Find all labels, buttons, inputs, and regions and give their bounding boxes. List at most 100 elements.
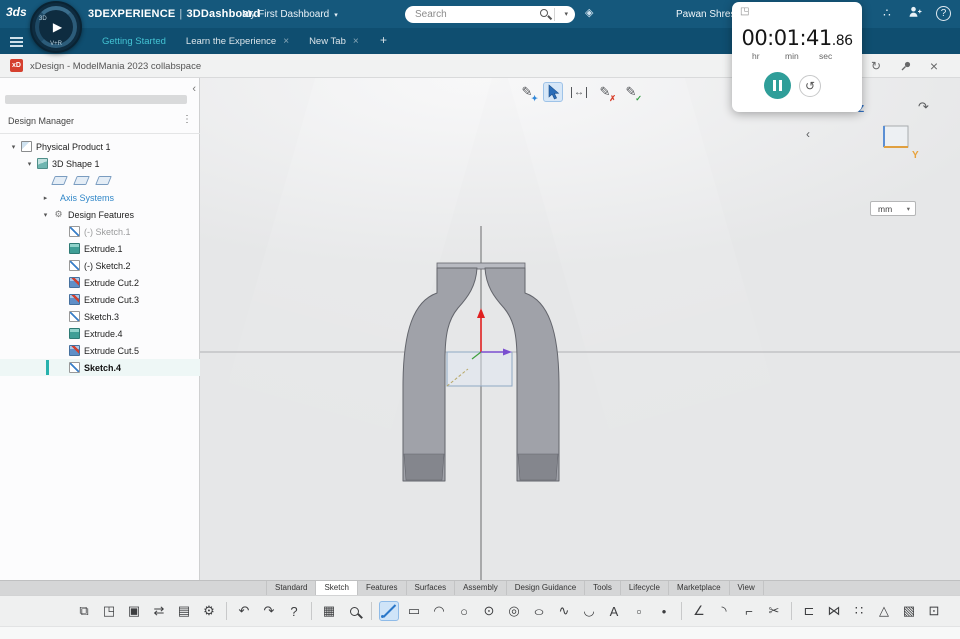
add-user-icon[interactable] [906,5,924,21]
user-name[interactable]: Pawan Shres [676,9,735,20]
dashboard-tab[interactable]: New Tab × [309,36,359,47]
tree-row[interactable]: ▾ Physical Product 1 [0,138,200,155]
undo-icon[interactable]: ↶ [234,601,254,621]
sketch-validate-icon[interactable]: ✎ ✓ [621,82,642,103]
insert-icon[interactable]: ◳ [99,601,119,621]
tree-row[interactable]: Sketch.3 [0,308,200,325]
construction-tool-icon[interactable]: ▫ [629,601,649,621]
tag-icon[interactable]: ◈ [585,6,593,19]
tree-caret-icon[interactable]: ▾ [24,160,35,168]
reset-button[interactable]: ↺ [799,75,821,97]
redo-icon[interactable]: ↷ [259,601,279,621]
help-tool-icon[interactable]: ? [284,601,304,621]
refresh-icon[interactable]: ↻ [868,58,884,74]
panel-collapse-icon[interactable]: ‹ [192,83,196,95]
ribbon-tab-assembly[interactable]: Assembly [455,581,507,595]
tree-row[interactable]: Extrude Cut.2 [0,274,200,291]
dimension-icon[interactable]: ↔ [569,82,589,102]
3dexperience-compass[interactable]: ▶ 3D V+R [30,1,82,53]
chamfer-tool-icon[interactable]: ⌐ [739,601,759,621]
tree-row[interactable]: ▾ 3D Shape 1 [0,155,200,172]
search-icon[interactable] [540,9,548,17]
panel-menu-icon[interactable]: ⋮ [182,114,192,125]
ribbon-tab-sketch[interactable]: Sketch [316,581,358,595]
constraint-tool-icon[interactable]: △ [874,601,894,621]
rotate-view-icon[interactable]: ↷ [918,99,929,115]
tree-caret-icon[interactable]: ▸ [40,194,51,202]
pause-button[interactable] [764,72,791,99]
dashboard-tab[interactable]: Learn the Experience × [186,36,289,47]
design-share-icon[interactable]: ⧉ [74,601,94,621]
offset-tool-icon[interactable]: ⊏ [799,601,819,621]
panel-scrollbar[interactable] [5,95,187,104]
plane-icon[interactable] [73,176,90,185]
pin-icon[interactable] [898,60,914,76]
chevron-down-icon[interactable]: ▾ [334,12,338,19]
pattern-tool-icon[interactable]: ∷ [849,601,869,621]
arc-tool-icon[interactable]: ◡ [579,601,599,621]
plane-icon[interactable] [95,176,112,185]
trim-tool-icon[interactable]: ✂ [764,601,784,621]
compass-play-icon[interactable]: ▶ [32,20,80,34]
search-input[interactable]: Search ▾ [405,6,575,23]
ribbon-tab-view[interactable]: View [730,581,764,595]
dashboard-selector[interactable]: My First Dashboard ▾ [242,9,338,20]
tree-row[interactable]: ▸ Axis Systems [0,189,200,206]
tree-row[interactable]: Extrude.1 [0,240,200,257]
capture-icon[interactable]: ▤ [174,601,194,621]
rectangle-tool-icon[interactable]: ▭ [404,601,424,621]
update-icon[interactable]: ⇄ [149,601,169,621]
spline-tool-icon[interactable]: ∿ [554,601,574,621]
solid-preview-icon[interactable]: ▧ [899,601,919,621]
search-options-icon[interactable]: ▾ [564,10,568,18]
tree-row-planes[interactable] [0,172,200,189]
exit-sketch-icon[interactable]: ⊡ [924,601,944,621]
tree-row[interactable]: (-) Sketch.2 [0,257,200,274]
dashboard-tab[interactable]: Getting Started [102,36,166,47]
center-circle-tool-icon[interactable]: ⊙ [479,601,499,621]
tree-caret-icon[interactable]: ▾ [40,211,51,219]
ribbon-tab-design-guidance[interactable]: Design Guidance [507,581,586,595]
tree-row[interactable]: ▾ ⚙ Design Features [0,206,200,223]
tree-row[interactable]: Extrude.4 [0,325,200,342]
menu-icon[interactable] [10,37,23,39]
ribbon-tab-tools[interactable]: Tools [585,581,621,595]
text-tool-icon[interactable]: A [604,601,624,621]
concentric-circle-tool-icon[interactable]: ◎ [504,601,524,621]
tree-row[interactable]: Extrude Cut.5 [0,342,200,359]
ribbon-tab-marketplace[interactable]: Marketplace [669,581,730,595]
tree-row[interactable]: Sketch.4 [0,359,200,376]
tree-caret-icon[interactable]: ▾ [8,143,19,151]
grid-input-icon[interactable]: ▦ [319,601,339,621]
slot-tool-icon[interactable]: ◠ [429,601,449,621]
close-icon[interactable]: × [926,58,942,74]
help-icon[interactable]: ? [936,6,951,21]
units-dropdown[interactable]: mm ▾ [870,201,916,216]
mirror-tool-icon[interactable]: ⋈ [824,601,844,621]
tab-close-icon[interactable]: × [283,36,289,47]
view-cube[interactable] [872,118,916,167]
popout-icon[interactable]: ◳ [740,6,749,17]
search-tools-icon[interactable] [344,601,364,621]
plane-icon[interactable] [51,176,68,185]
ribbon-tab-features[interactable]: Features [358,581,407,595]
sketch-assist-icon[interactable]: ✎ ✦ [517,82,538,103]
circle-tool-icon[interactable]: ○ [454,601,474,621]
ribbon-tab-standard[interactable]: Standard [266,581,317,595]
chevron-left-icon[interactable]: ‹ [806,127,810,141]
ribbon-tab-surfaces[interactable]: Surfaces [407,581,456,595]
corner-tool-icon[interactable]: ∠ [689,601,709,621]
line-tool-icon[interactable] [379,601,399,621]
tab-close-icon[interactable]: × [353,36,359,47]
new-tab-button[interactable]: + [380,33,387,47]
fillet-tool-icon[interactable]: ◝ [714,601,734,621]
tree-row[interactable]: (-) Sketch.1 [0,223,200,240]
ribbon-tab-lifecycle[interactable]: Lifecycle [621,581,669,595]
tree-row[interactable]: Extrude Cut.3 [0,291,200,308]
save-icon[interactable]: ▣ [124,601,144,621]
network-icon[interactable]: ∴ [878,6,896,22]
ellipse-tool-icon[interactable]: ○ [529,601,549,621]
select-icon[interactable] [543,82,563,102]
point-tool-icon[interactable]: • [654,601,674,621]
preferences-icon[interactable]: ⚙ [199,601,219,621]
